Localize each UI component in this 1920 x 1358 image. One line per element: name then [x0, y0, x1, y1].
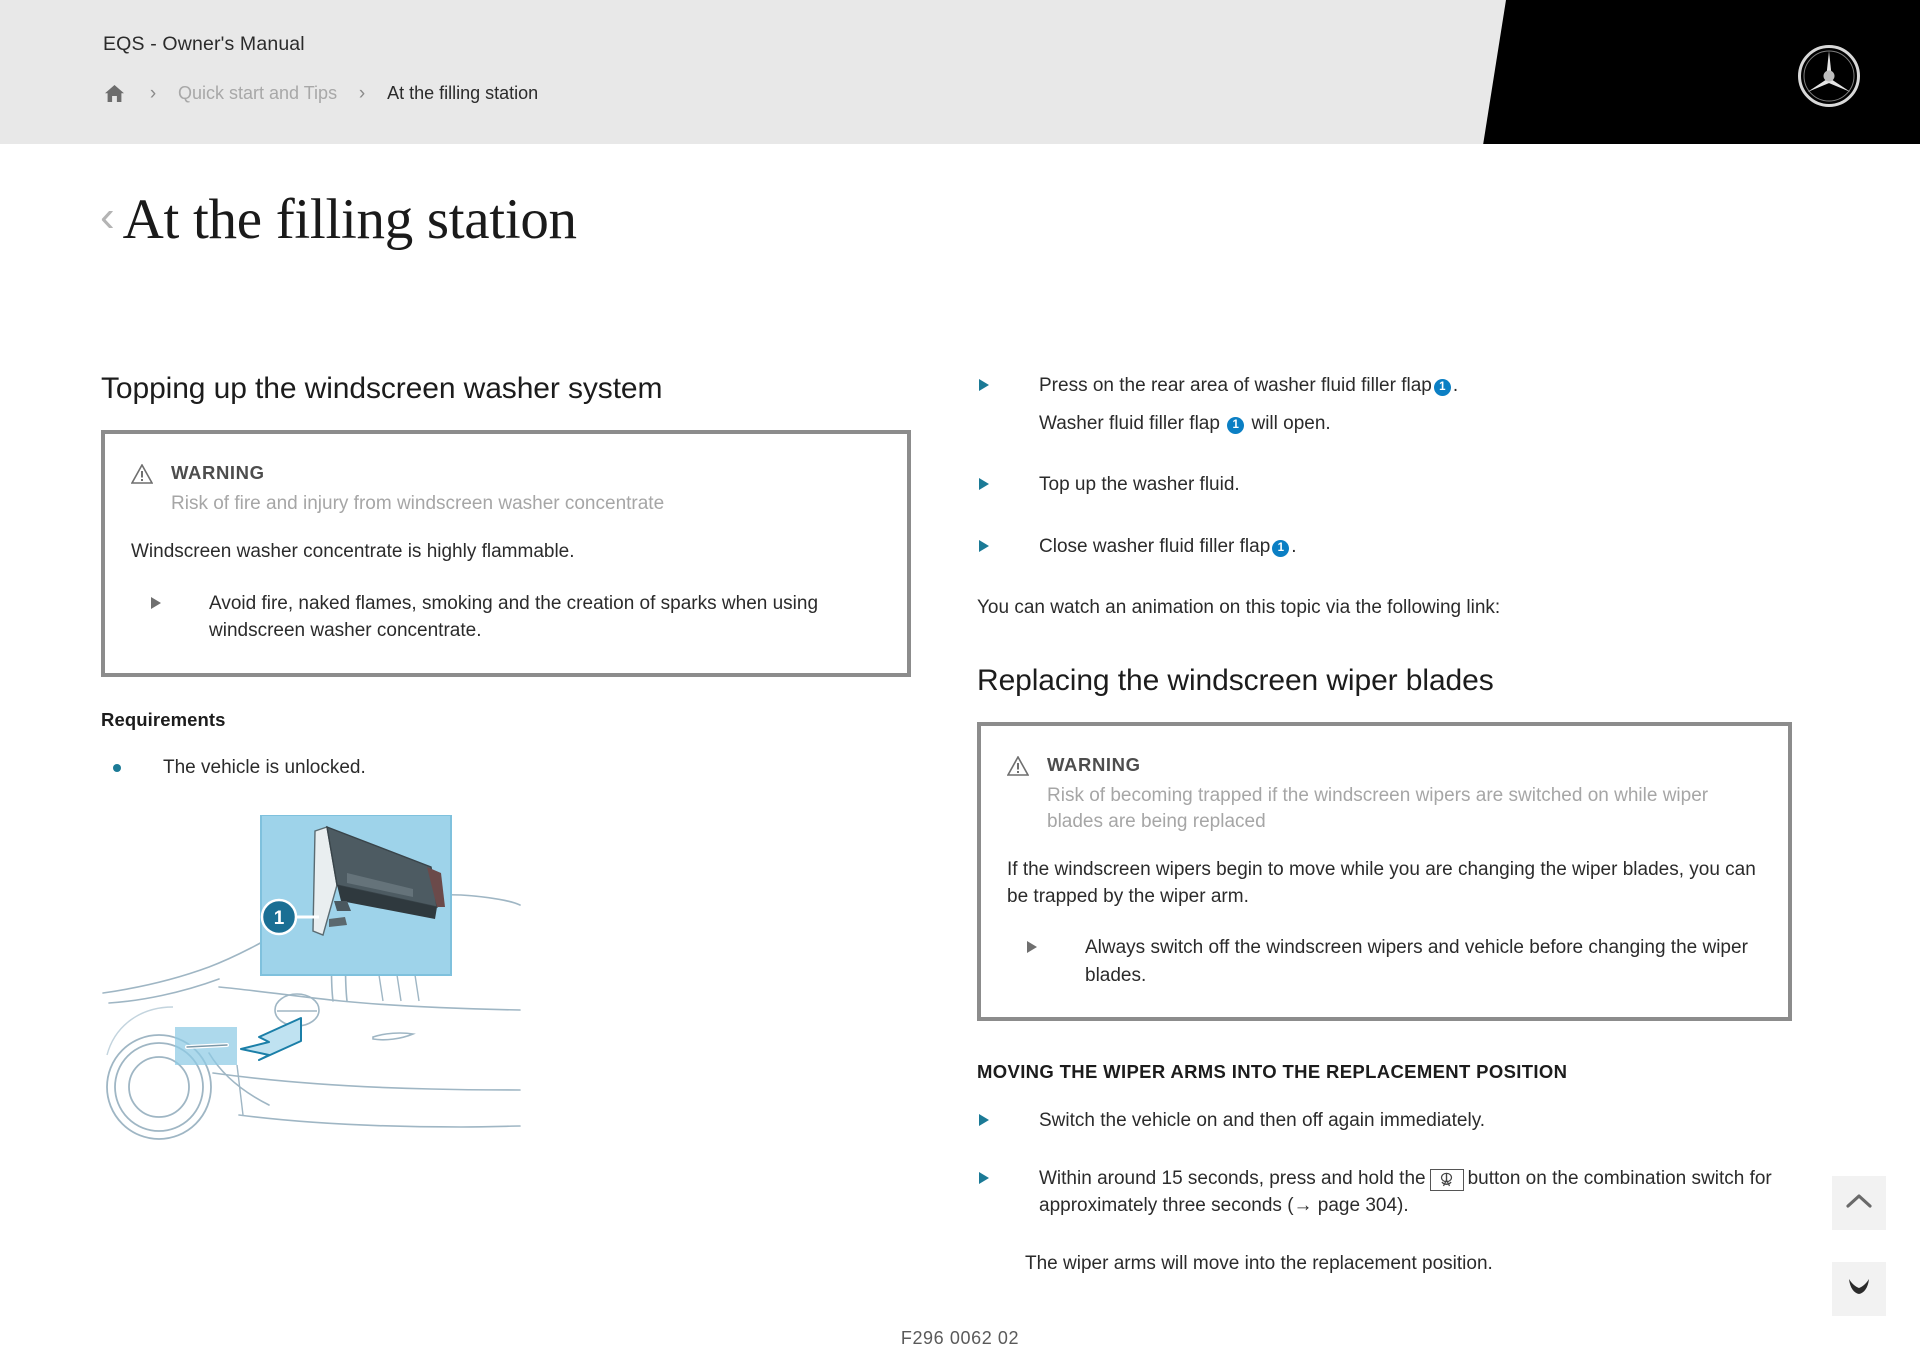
warning-header: WARNING Risk of fire and injury from win…	[130, 460, 877, 517]
list-item-text-suffix: .	[1291, 535, 1297, 557]
arrow-bullet-icon	[149, 596, 163, 610]
dot-bullet-icon	[113, 763, 121, 772]
subsection-heading-moving-wiper-arms: MOVING THE WIPER ARMS INTO THE REPLACEME…	[977, 1061, 1568, 1083]
list-item: Close washer fluid filler flap 1.	[977, 533, 1792, 561]
arrow-bullet-icon	[977, 539, 991, 553]
step-result-text: Washer fluid filler flap	[1039, 412, 1220, 434]
list-item: Press on the rear area of washer fluid f…	[977, 372, 1792, 437]
list-item-text: Top up the washer fluid.	[1039, 474, 1240, 496]
page-content: Topping up the windscreen washer system …	[0, 0, 1920, 1358]
warning-body-text: Windscreen washer concentrate is highly …	[131, 541, 575, 563]
warning-bullet-list: Always switch off the windscreen wipers …	[1007, 934, 1758, 989]
list-item: The vehicle is unlocked.	[101, 755, 911, 782]
warning-triangle-icon	[130, 463, 154, 489]
arrow-bullet-icon	[1025, 940, 1039, 954]
step-result-text: The wiper arms will move into the replac…	[1025, 1252, 1493, 1274]
arrow-bullet-icon	[977, 378, 991, 392]
reference-marker-1: 1	[1272, 539, 1290, 557]
warning-label: WARNING	[1047, 753, 1141, 775]
list-item-text: Close washer fluid filler flap	[1039, 535, 1271, 557]
section-heading-replacing-blades: Replacing the windscreen wiper blades	[977, 663, 1494, 697]
warning-bullet-list: Avoid fire, naked flames, smoking and th…	[131, 590, 877, 645]
list-item-text: Avoid fire, naked flames, smoking and th…	[209, 592, 819, 642]
list-item-text: Within around 15 seconds, press and hold…	[1039, 1167, 1426, 1189]
warning-header-text: WARNING Risk of fire and injury from win…	[171, 460, 877, 517]
filling-steps-list: Press on the rear area of washer fluid f…	[977, 372, 1792, 560]
list-item: Avoid fire, naked flames, smoking and th…	[131, 590, 877, 645]
warning-body-text: If the windscreen wipers begin to move w…	[1007, 859, 1756, 907]
list-item-text: Press on the rear area of washer fluid f…	[1039, 375, 1432, 396]
warning-label: WARNING	[171, 462, 265, 483]
warning-box-wiper-trap: WARNING Risk of becoming trapped if the …	[977, 721, 1792, 1022]
reference-marker-1: 1	[1227, 416, 1245, 434]
warning-triangle-icon	[1006, 755, 1030, 781]
washer-fluid-filler-flap-illustration: 1	[101, 814, 521, 1145]
bookmark-ribbon-icon	[1846, 1276, 1872, 1303]
svg-text:1: 1	[274, 908, 285, 929]
list-item: Switch the vehicle on and then off again…	[977, 1107, 1792, 1135]
bookmark-button[interactable]	[1832, 1262, 1886, 1316]
section-heading-topping-up: Topping up the windscreen washer system	[101, 372, 663, 405]
chevron-up-icon	[1846, 1193, 1872, 1214]
step-result-text-suffix: will open.	[1251, 412, 1331, 434]
scroll-to-top-button[interactable]	[1832, 1176, 1886, 1230]
arrow-bullet-icon	[977, 1113, 991, 1127]
warning-header-text: WARNING Risk of becoming trapped if the …	[1047, 752, 1758, 835]
list-item: Within around 15 seconds, press and hold…	[977, 1165, 1792, 1220]
wiper-steps-list: Switch the vehicle on and then off again…	[977, 1107, 1792, 1277]
animation-note: You can watch an animation on this topic…	[977, 597, 1501, 619]
arrow-bullet-icon	[977, 477, 991, 491]
windscreen-wiper-button-icon	[1429, 1168, 1464, 1191]
requirements-heading: Requirements	[101, 708, 226, 730]
document-code-footer: F296 0062 02	[900, 1328, 1020, 1348]
list-item-text-suffix: .	[1452, 375, 1459, 396]
warning-subtitle: Risk of becoming trapped if the windscre…	[1047, 784, 1709, 832]
list-item-text: The vehicle is unlocked.	[163, 756, 366, 778]
list-item: Top up the washer fluid.	[977, 471, 1792, 499]
list-item: Always switch off the windscreen wipers …	[1007, 934, 1758, 989]
reference-marker-1: 1	[1433, 379, 1451, 396]
arrow-bullet-icon	[977, 1171, 991, 1185]
list-item-text: Always switch off the windscreen wipers …	[1085, 937, 1748, 986]
warning-subtitle: Risk of fire and injury from windscreen …	[171, 492, 665, 514]
warning-box-washer-concentrate: WARNING Risk of fire and injury from win…	[101, 430, 911, 677]
warning-header: WARNING Risk of becoming trapped if the …	[1006, 752, 1758, 835]
left-column: Topping up the windscreen washer system …	[101, 372, 911, 1145]
list-item-text: Switch the vehicle on and then off again…	[1039, 1110, 1486, 1132]
right-column: Press on the rear area of washer fluid f…	[977, 372, 1792, 1278]
